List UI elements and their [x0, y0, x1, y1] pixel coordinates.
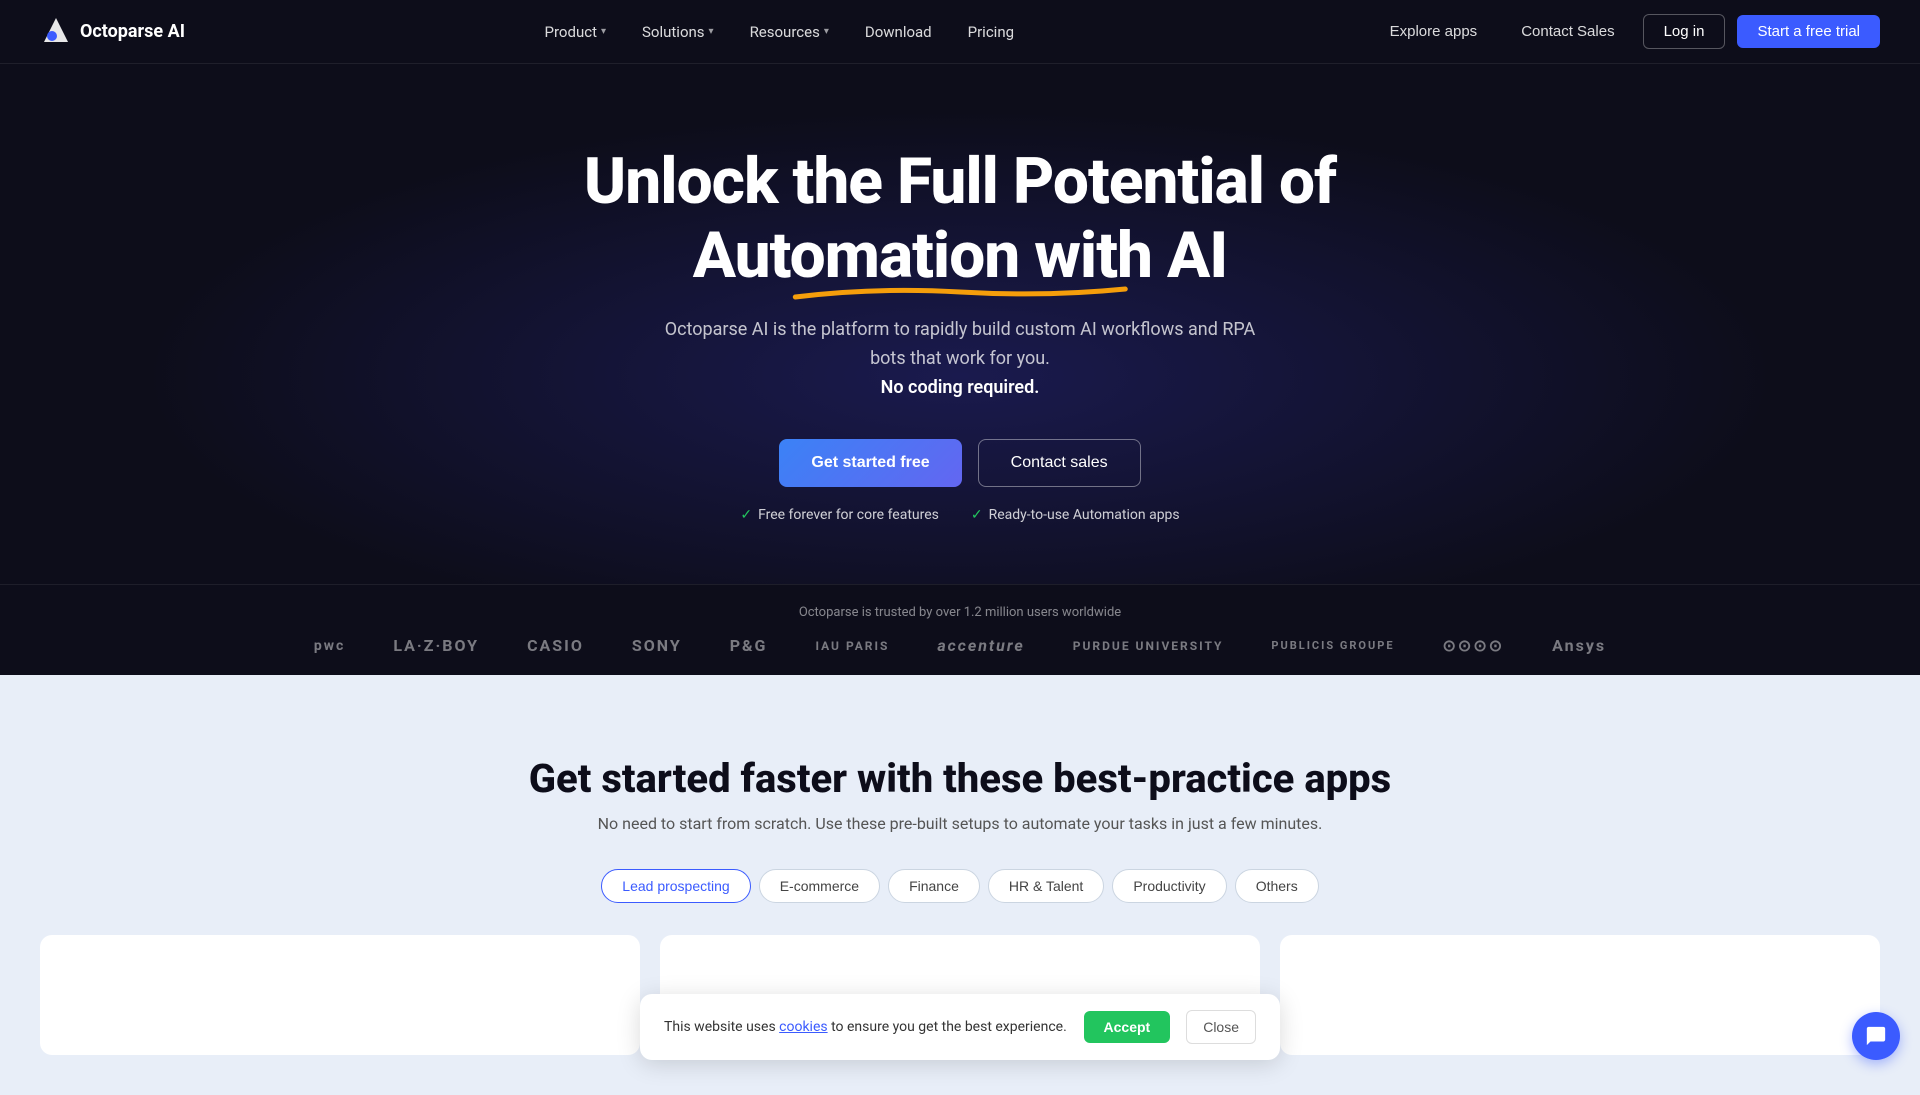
check-free-label: Free forever for core features [758, 507, 939, 523]
apps-tabs: Lead prospecting E-commerce Finance HR &… [40, 869, 1880, 903]
trust-text: Octoparse is trusted by over 1.2 million… [0, 605, 1920, 620]
check-icon-automation: ✓ [971, 507, 983, 523]
nav-product-label: Product [545, 23, 597, 41]
start-trial-button[interactable]: Start a free trial [1737, 15, 1880, 48]
logo-publicis: PUBLICIS GROUPE [1271, 639, 1394, 652]
tab-finance[interactable]: Finance [888, 869, 980, 903]
chat-support-button[interactable] [1852, 1012, 1900, 1060]
navbar: Octoparse AI Product ▾ Solutions ▾ Resou… [0, 0, 1920, 64]
logo-purdue: PURDUE UNIVERSITY [1073, 639, 1224, 653]
nav-center: Product ▾ Solutions ▾ Resources ▾ Downlo… [529, 15, 1031, 49]
chat-icon [1865, 1025, 1887, 1047]
logo-pg: P&G [730, 636, 768, 655]
hero-headline-part2: Automation with AI [693, 219, 1228, 293]
logo-lazboy: LA·Z·BOY [393, 636, 479, 655]
login-button[interactable]: Log in [1643, 14, 1726, 49]
hero-buttons: Get started free Contact sales [779, 439, 1140, 487]
nav-solutions[interactable]: Solutions ▾ [626, 15, 730, 49]
logo-casio: CASIO [527, 636, 584, 655]
app-card-3 [1280, 935, 1880, 1055]
hero-section: Unlock the Full Potential of Automation … [0, 64, 1920, 584]
chevron-down-icon: ▾ [709, 26, 714, 37]
nav-right: Explore apps Contact Sales Log in Start … [1374, 14, 1880, 49]
close-cookies-button[interactable]: Close [1186, 1010, 1256, 1044]
logo-pwc: pwc [314, 638, 345, 654]
tab-lead-prospecting[interactable]: Lead prospecting [601, 869, 750, 903]
check-free: ✓ Free forever for core features [740, 507, 939, 523]
logo-iap: IAU PARIS [815, 639, 889, 653]
hero-headline: Unlock the Full Potential of Automation … [584, 145, 1336, 292]
nav-pricing[interactable]: Pricing [952, 15, 1030, 49]
hero-subtext: Octoparse AI is the platform to rapidly … [660, 316, 1260, 402]
brand-name: Octoparse AI [80, 21, 185, 42]
chevron-down-icon: ▾ [824, 26, 829, 37]
apps-title: Get started faster with these best-pract… [40, 755, 1880, 802]
chevron-down-icon: ▾ [601, 26, 606, 37]
contact-sales-hero-button[interactable]: Contact sales [978, 439, 1141, 487]
underline-decoration [693, 284, 1228, 302]
hero-bold-sub: No coding required. [881, 377, 1040, 398]
apps-subtitle: No need to start from scratch. Use these… [40, 814, 1880, 833]
nav-download[interactable]: Download [849, 15, 948, 49]
logos-list: pwc LA·Z·BOY CASIO SONY P&G IAU PARIS ac… [0, 636, 1920, 655]
hero-checks: ✓ Free forever for core features ✓ Ready… [740, 507, 1179, 523]
logos-section: Octoparse is trusted by over 1.2 million… [0, 584, 1920, 675]
nav-product[interactable]: Product ▾ [529, 15, 622, 49]
check-icon-free: ✓ [740, 507, 752, 523]
contact-sales-button[interactable]: Contact Sales [1505, 15, 1630, 48]
nav-download-label: Download [865, 23, 932, 41]
nav-brand: Octoparse AI [40, 16, 185, 48]
logo-ansys: Ansys [1552, 636, 1606, 655]
hero-subtext-main: Octoparse AI is the platform to rapidly … [665, 319, 1256, 369]
accept-cookies-button[interactable]: Accept [1084, 1011, 1171, 1043]
tab-hr-talent[interactable]: HR & Talent [988, 869, 1104, 903]
nav-solutions-label: Solutions [642, 23, 705, 41]
explore-apps-button[interactable]: Explore apps [1374, 15, 1494, 48]
hero-headline-part1: Unlock the Full Potential of [584, 144, 1336, 219]
tab-ecommerce[interactable]: E-commerce [759, 869, 880, 903]
logo-accenture: accenture [937, 636, 1024, 655]
tab-productivity[interactable]: Productivity [1112, 869, 1226, 903]
cookies-link[interactable]: cookies [779, 1019, 827, 1035]
nav-pricing-label: Pricing [968, 23, 1014, 41]
brand-logo-icon [40, 16, 72, 48]
tab-others[interactable]: Others [1235, 869, 1319, 903]
check-automation-label: Ready-to-use Automation apps [989, 507, 1180, 523]
nav-resources-label: Resources [750, 23, 820, 41]
check-automation: ✓ Ready-to-use Automation apps [971, 507, 1180, 523]
get-started-button[interactable]: Get started free [779, 439, 961, 487]
logo-sony: SONY [632, 636, 682, 655]
cookie-banner: This website uses cookies to ensure you … [640, 994, 1280, 1060]
cookie-text: This website uses cookies to ensure you … [664, 1017, 1068, 1038]
logo-audi: ⊙⊙⊙⊙ [1443, 636, 1505, 655]
nav-resources[interactable]: Resources ▾ [734, 15, 845, 49]
app-card-1 [40, 935, 640, 1055]
